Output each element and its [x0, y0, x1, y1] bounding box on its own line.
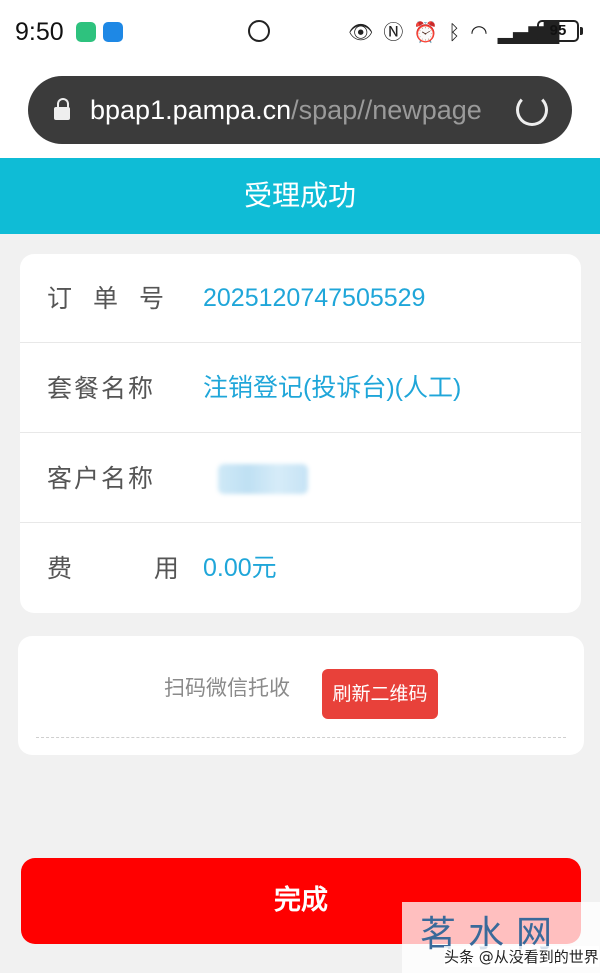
- divider: [36, 737, 566, 738]
- nfc-icon: Ⓝ: [383, 20, 404, 44]
- watermark-caption: 头条 @从没看到的世界: [444, 946, 599, 967]
- order-number-label: 订单号: [47, 284, 186, 313]
- package-name-value: 注销登记(投诉台)(人工): [203, 374, 462, 402]
- browser-toolbar: bpap1.pampa.cn/spap//newpage: [0, 62, 600, 158]
- status-time: 9:50: [15, 18, 64, 46]
- address-bar[interactable]: bpap1.pampa.cn/spap//newpage: [28, 76, 572, 144]
- eye-icon: 👁: [348, 20, 374, 44]
- package-name-label: 套餐名称: [47, 374, 156, 403]
- fee-label: 费 用: [47, 554, 201, 583]
- reload-icon[interactable]: [516, 94, 548, 126]
- page-title: 受理成功: [0, 158, 600, 234]
- status-bar: 9:50 👁 Ⓝ ⏰ ᛒ ◠ ▂▄▆█ 95: [0, 0, 600, 62]
- url-text[interactable]: bpap1.pampa.cn/spap//newpage: [90, 90, 490, 130]
- url-path: /spap//newpage: [291, 95, 482, 125]
- order-info-card: 订单号 2025120747505529 套餐名称 注销登记(投诉台)(人工) …: [20, 254, 581, 613]
- qr-label: 扫码微信托收: [164, 676, 290, 700]
- fee-row: 费 用 0.00元: [20, 524, 581, 613]
- qr-payment-card: 扫码微信托收 刷新二维码: [18, 636, 584, 755]
- bluetooth-icon: ᛒ: [448, 20, 461, 44]
- refresh-qr-button[interactable]: 刷新二维码: [322, 669, 438, 719]
- lock-icon: [54, 98, 70, 120]
- customer-name-label: 客户名称: [47, 464, 156, 493]
- system-icons: 👁 Ⓝ ⏰ ᛒ ◠ ▂▄▆█: [348, 20, 559, 44]
- url-host: bpap1.pampa.cn: [90, 95, 292, 125]
- customer-name-value-redacted: [218, 464, 308, 494]
- wifi-icon: ◠: [470, 20, 488, 44]
- fee-value: 0.00元: [203, 554, 277, 582]
- package-name-row: 套餐名称 注销登记(投诉台)(人工): [20, 344, 581, 433]
- weather-app-icon: [103, 22, 123, 42]
- alarm-icon: ⏰: [413, 20, 439, 44]
- notification-app-icon: [76, 22, 96, 42]
- battery-indicator: 95: [537, 20, 583, 42]
- customer-name-row: 客户名称: [20, 434, 581, 523]
- order-number-value: 2025120747505529: [203, 284, 426, 312]
- order-number-row: 订单号 2025120747505529: [20, 254, 581, 343]
- data-saver-icon: [248, 20, 270, 42]
